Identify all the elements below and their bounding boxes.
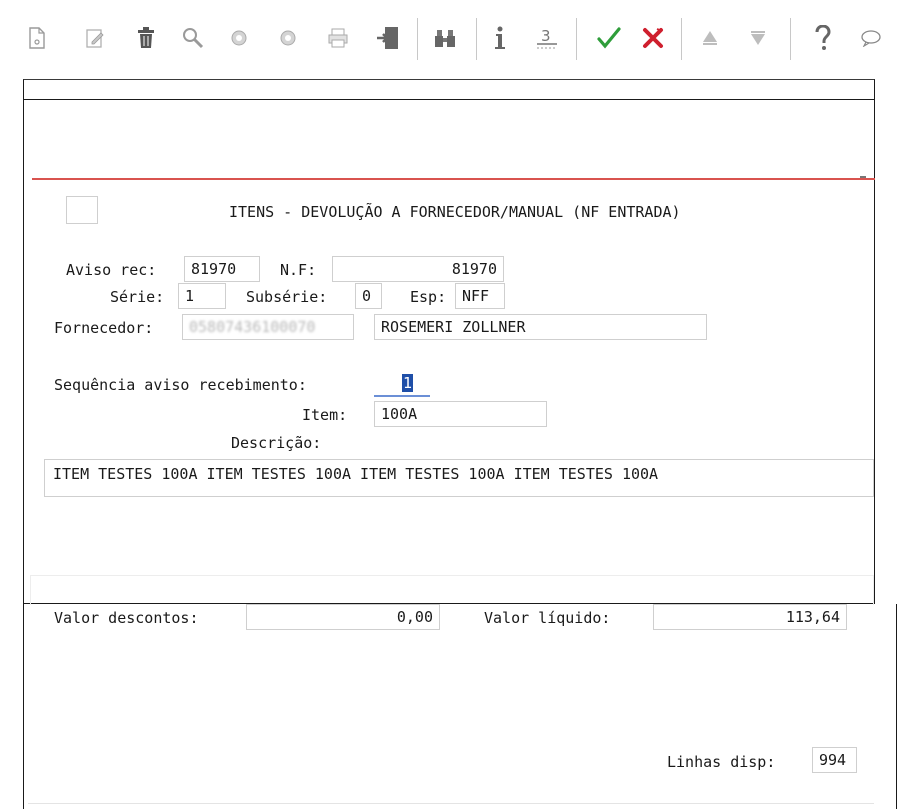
fornecedor-label: Fornecedor: <box>54 319 154 337</box>
esp-label: Esp: <box>410 288 447 306</box>
delete-icon[interactable] <box>133 24 159 52</box>
select-checkbox[interactable] <box>66 196 98 224</box>
new-document-icon[interactable] <box>24 24 50 52</box>
header-divider <box>32 178 875 180</box>
valor-liquido-field[interactable]: 113,64 <box>653 604 847 630</box>
right-border <box>896 604 897 809</box>
previous-icon[interactable] <box>226 24 252 52</box>
move-down-icon[interactable] <box>745 24 771 52</box>
subserie-label: Subsérie: <box>246 288 328 306</box>
nf-field[interactable]: 81970 <box>332 256 504 282</box>
fornecedor-code-value: 05807436100070 <box>189 318 316 336</box>
next-icon[interactable] <box>275 24 301 52</box>
sequencia-label: Sequência aviso recebimento: <box>54 376 307 394</box>
subserie-field[interactable]: 0 <box>355 283 382 309</box>
linhas-disp-field[interactable]: 994 <box>812 747 857 773</box>
item-label: Item: <box>302 406 348 424</box>
aviso-rec-field[interactable]: 81970 <box>184 256 260 282</box>
esp-field[interactable]: NFF <box>455 283 505 309</box>
descricao-label: Descrição: <box>231 434 322 452</box>
sequencia-field[interactable]: 1 <box>374 371 430 397</box>
print-icon[interactable] <box>325 24 351 52</box>
serie-label: Série: <box>110 288 165 306</box>
valor-liquido-label: Valor líquido: <box>484 609 611 627</box>
exit-icon[interactable] <box>375 24 401 52</box>
descricao-field[interactable]: ITEM TESTES 100A ITEM TESTES 100A ITEM T… <box>44 459 874 497</box>
info-icon[interactable] <box>487 24 513 52</box>
form-title: ITENS - DEVOLUÇÃO A FORNECEDOR/MANUAL (N… <box>229 203 681 221</box>
fornecedor-name-field[interactable]: ROSEMERI ZOLLNER <box>374 314 707 340</box>
left-border <box>23 604 24 809</box>
cancel-icon[interactable] <box>640 24 666 52</box>
chat-icon[interactable] <box>858 24 884 52</box>
lower-panel <box>30 575 874 605</box>
move-up-icon[interactable] <box>697 24 723 52</box>
bottom-divider <box>28 803 874 804</box>
item-field[interactable]: 100A <box>374 401 547 427</box>
edit-icon[interactable] <box>82 24 108 52</box>
sequencia-value: 1 <box>402 374 414 392</box>
form-frame <box>23 79 875 604</box>
nf-label: N.F: <box>280 261 317 279</box>
linhas-disp-label: Linhas disp: <box>667 753 776 771</box>
list-icon[interactable]: 3 <box>534 24 560 52</box>
toolbar: 3 <box>0 0 903 80</box>
confirm-icon[interactable] <box>596 24 622 52</box>
valor-descontos-label: Valor descontos: <box>54 609 199 627</box>
frame-header-bar <box>23 79 875 100</box>
minimize-mark <box>860 176 866 178</box>
valor-descontos-field[interactable]: 0,00 <box>246 604 440 630</box>
binoculars-icon[interactable] <box>432 24 458 52</box>
svg-text:3: 3 <box>541 27 551 45</box>
help-icon[interactable] <box>810 24 836 52</box>
fornecedor-code-field[interactable]: 05807436100070 <box>182 314 354 340</box>
search-icon[interactable] <box>180 24 206 52</box>
serie-field[interactable]: 1 <box>178 283 226 309</box>
aviso-rec-label: Aviso rec: <box>66 261 157 279</box>
